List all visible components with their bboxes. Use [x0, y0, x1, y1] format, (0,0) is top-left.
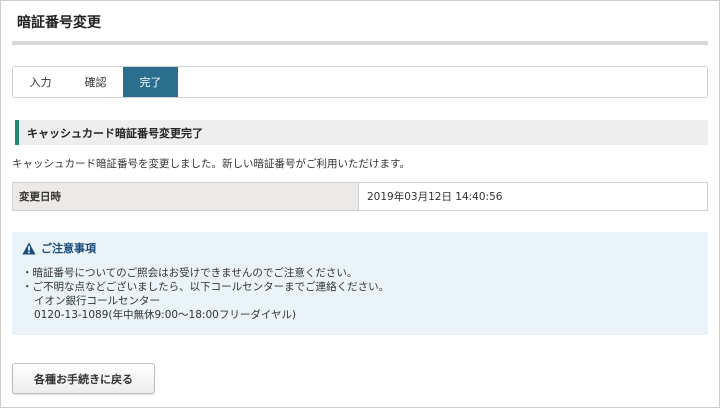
section-heading: キャッシュカード暗証番号変更完了 [15, 120, 708, 145]
call-center-name: イオン銀行コールセンター [34, 295, 160, 307]
step-confirm: 確認 [84, 76, 107, 89]
step-input: 入力 [29, 76, 52, 89]
notice-heading-row: ご注意事項 [22, 240, 698, 256]
change-datetime-value: 2019年03月12日 14:40:56 [367, 191, 503, 203]
notice-body: ・暗証番号についてのご照会はお受けできませんのでご注意ください。 ・ご不明な点な… [22, 266, 698, 322]
notice-box: ご注意事項 ・暗証番号についてのご照会はお受けできませんのでご注意ください。 ・… [12, 232, 708, 335]
page-title: 暗証番号変更 [17, 15, 101, 31]
change-datetime-row: 変更日時 2019年03月12日 14:40:56 [12, 182, 708, 211]
step-complete: 完了 [123, 67, 178, 97]
warning-triangle-icon [22, 242, 36, 255]
change-datetime-label: 変更日時 [13, 183, 359, 210]
notice-heading: ご注意事項 [41, 242, 96, 255]
notice-line: ・暗証番号についてのご照会はお受けできませんのでご注意ください。 [22, 267, 358, 279]
step-indicator: 入力 確認 完了 [12, 66, 708, 98]
completion-message: キャッシュカード暗証番号を変更しました。新しい暗証番号がご利用いただけます。 [12, 158, 410, 170]
notice-line: ・ご不明な点などございましたら、以下コールセンターまでご連絡ください。 [22, 281, 390, 293]
back-to-procedures-button[interactable]: 各種お手続きに戻る [12, 363, 155, 394]
call-center-phone: 0120-13-1089(年中無休9:00～18:00フリーダイヤル) [34, 309, 297, 321]
title-divider [12, 41, 708, 45]
